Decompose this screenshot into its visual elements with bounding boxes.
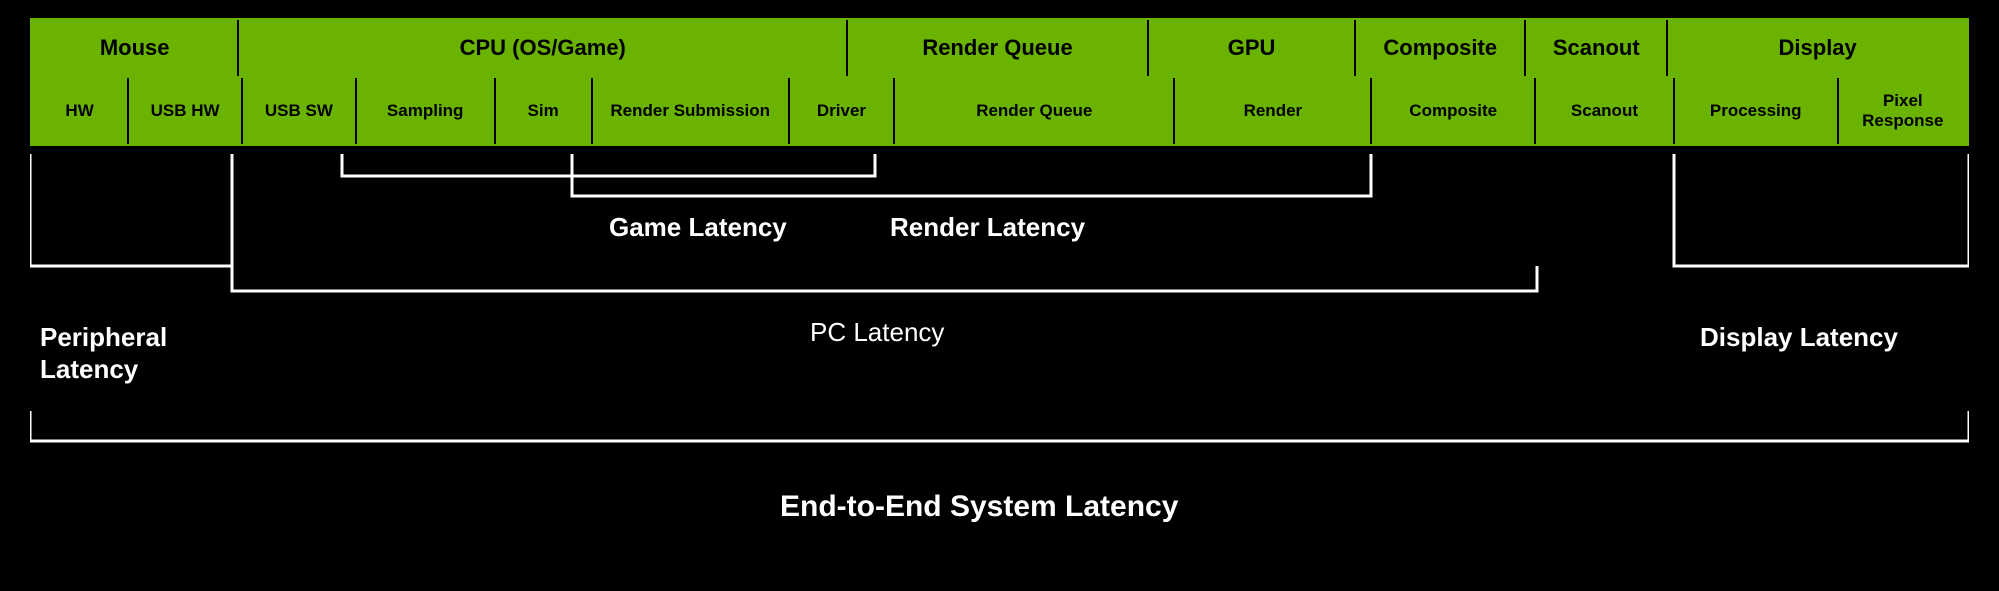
display-latency-label: Display Latency [1700,322,1899,352]
header-cpu: CPU (OS/Game) [239,20,848,76]
sub-pixel-response: Pixel Response [1839,78,1967,144]
display-latency-bracket [1674,154,1969,266]
sub-driver: Driver [790,78,896,144]
render-latency-label: Render Latency [890,212,1086,242]
sub-hw: HW [32,78,129,144]
sub-render: Render [1175,78,1372,144]
diagram: Mouse CPU (OS/Game) Render Queue GPU Com… [0,0,1999,591]
header-composite: Composite [1356,20,1526,76]
end-to-end-label: End-to-End System Latency [780,490,1179,523]
sub-render-queue: Render Queue [895,78,1175,144]
sub-row: HW USB HW USB SW Sampling Sim Render Sub… [30,78,1969,146]
sub-composite: Composite [1372,78,1536,144]
sub-usb-sw: USB SW [243,78,357,144]
peripheral-latency-bracket [30,154,232,266]
pc-latency-label: PC Latency [810,317,944,347]
header-row: Mouse CPU (OS/Game) Render Queue GPU Com… [30,18,1969,78]
sub-sim: Sim [496,78,593,144]
sub-usb-hw: USB HW [129,78,243,144]
header-display: Display [1668,20,1967,76]
header-mouse: Mouse [32,20,239,76]
pc-latency-bracket [232,266,1537,291]
header-scanout: Scanout [1526,20,1668,76]
end-to-end-bracket [30,411,1969,441]
peripheral-latency-label: Peripheral [40,322,167,352]
game-latency-label: Game Latency [609,212,787,242]
peripheral-latency-label2: Latency [40,354,139,384]
game-latency-bracket [342,154,875,176]
header-render-queue: Render Queue [848,20,1149,76]
sub-render-submission: Render Submission [593,78,790,144]
header-gpu: GPU [1149,20,1356,76]
sub-scanout: Scanout [1536,78,1675,144]
sub-sampling: Sampling [357,78,496,144]
brackets-svg: Game Latency Render Latency Peripheral L… [30,146,1969,546]
sub-processing: Processing [1675,78,1839,144]
